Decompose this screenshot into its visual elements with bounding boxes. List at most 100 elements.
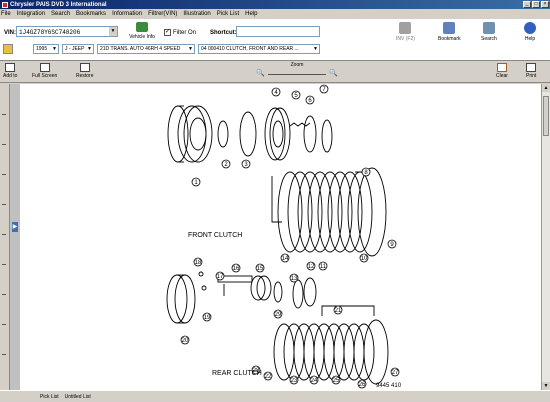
bookmark-button[interactable]: Bookmark: [438, 22, 461, 42]
scroll-up-icon[interactable]: ▲: [542, 84, 550, 92]
menu-file[interactable]: File: [1, 11, 11, 17]
front-clutch-disc-stack: [277, 167, 387, 257]
seal-ring: [239, 111, 257, 157]
checkbox-icon[interactable]: ✓: [164, 29, 171, 36]
clear-icon: [496, 63, 507, 72]
rear-clutch-hub: [166, 274, 196, 324]
clear-button[interactable]: Clear: [496, 63, 508, 79]
retainer-plate: [303, 115, 317, 153]
zoom-label: Zoom: [290, 62, 304, 68]
add-to-button[interactable]: Add to: [3, 63, 17, 79]
add-icon: [5, 63, 16, 72]
minimize-button[interactable]: _: [523, 1, 531, 8]
illustration-canvas[interactable]: 1 2 3 4 5 6 7 8 9 10 11 12 13 14 15 16 1…: [20, 84, 541, 390]
vertical-scrollbar[interactable]: ▲ ▼: [541, 84, 550, 390]
menu-help[interactable]: Help: [245, 11, 257, 17]
callout-11[interactable]: 11: [320, 264, 327, 270]
vehicle-info-button[interactable]: Vehicle Info: [128, 22, 156, 40]
help-icon: [524, 22, 536, 34]
zoom-slider-track[interactable]: [268, 74, 326, 75]
vin-dropdown-icon[interactable]: ▼: [109, 27, 117, 36]
make-select[interactable]: J - JEEP: [62, 44, 94, 54]
menu-bookmarks[interactable]: Bookmarks: [76, 11, 106, 17]
group-select[interactable]: 21D TRANS. AUTO 46RH 4 SPEED: [97, 44, 195, 54]
callout-26[interactable]: 26: [359, 382, 366, 388]
search-button[interactable]: Search: [481, 22, 497, 42]
menu-bar: File Integration Search Bookmarks Inform…: [0, 9, 550, 19]
pick-list-tab[interactable]: Pick List: [40, 394, 59, 400]
scroll-down-icon[interactable]: ▼: [542, 382, 550, 390]
title-bar: Chrysler PAIS DVD 3 International _ □ ×: [0, 0, 550, 9]
vehicle-info-label: Vehicle Info: [129, 34, 155, 40]
vin-value: 1J4GZ78Y6SC748206: [19, 29, 81, 36]
search-icon: [482, 22, 495, 34]
zoom-out-icon[interactable]: 🔍: [256, 70, 265, 77]
list-name: Untitled List: [64, 393, 91, 400]
vin-input[interactable]: 1J4GZ78Y6SC748206 ▼: [16, 26, 118, 37]
help-button[interactable]: Help: [524, 22, 536, 42]
illustration-ref: 9445 410: [376, 383, 402, 389]
top-panel: VIN: 1J4GZ78Y6SC748206 ▼ Vehicle Info ✓ …: [0, 19, 550, 61]
bookmark-icon: [443, 22, 456, 34]
callout-16[interactable]: 16: [233, 266, 240, 272]
menu-filter-vin[interactable]: Filtrer(VIN): [148, 11, 177, 17]
home-icon[interactable]: [3, 44, 13, 54]
clutch-piston: [264, 107, 286, 161]
callout-21[interactable]: 21: [335, 308, 342, 314]
filter-checkbox[interactable]: ✓ Filter On: [164, 29, 196, 36]
vin-label: VIN:: [4, 30, 16, 36]
filter-label: Filter On: [173, 29, 197, 36]
shortcut-input[interactable]: [236, 26, 320, 37]
computer-icon: [399, 22, 412, 34]
full-screen-button[interactable]: Full Screen: [32, 63, 57, 79]
callout-23[interactable]: 23: [291, 378, 298, 384]
full-screen-icon: [39, 63, 50, 72]
return-spring: [289, 122, 311, 127]
expand-arrow-icon[interactable]: ▶: [12, 222, 18, 232]
rear-clutch-label: REAR CLUTCH: [212, 370, 262, 377]
menu-illustration[interactable]: Illustration: [183, 11, 210, 17]
callout-29[interactable]: 29: [275, 312, 282, 318]
callout-17[interactable]: 17: [217, 274, 224, 280]
section-select[interactable]: 04 000410 CLUTCH, FRONT AND REAR ...: [198, 44, 320, 54]
print-label: Print: [526, 73, 537, 79]
rear-gear: [250, 275, 272, 301]
menu-search[interactable]: Search: [51, 11, 70, 17]
status-bar: Pick List Untitled List: [0, 390, 550, 402]
callout-18[interactable]: 18: [195, 260, 202, 266]
front-clutch-label: FRONT CLUTCH: [188, 232, 242, 239]
window-title: Chrysler PAIS DVD 3 International: [10, 1, 107, 8]
callout-15[interactable]: 15: [257, 266, 264, 272]
app-icon: [2, 1, 8, 8]
selector-row: 1995 J - JEEP 21D TRANS. AUTO 46RH 4 SPE…: [0, 42, 550, 56]
callout-10[interactable]: 10: [361, 256, 368, 262]
callout-14[interactable]: 14: [282, 256, 289, 262]
exploded-view-diagram: 1 2 3 4 5 6 7 8 9 10 11 12 13 14 15 16 1…: [166, 84, 402, 389]
printer-icon: [526, 63, 537, 72]
inv-button: INV (F2): [396, 22, 415, 42]
full-screen-label: Full Screen: [32, 73, 58, 79]
menu-pick-list[interactable]: Pick List: [217, 11, 239, 17]
zoom-in-icon[interactable]: 🔍: [329, 70, 338, 77]
add-to-label: Add to: [3, 73, 18, 79]
callout-22[interactable]: 22: [265, 374, 272, 380]
menu-information[interactable]: Information: [112, 11, 142, 17]
shortcut-label: Shortcut:: [210, 30, 237, 36]
callout-12[interactable]: 12: [308, 264, 315, 270]
pane-splitter[interactable]: ▶: [10, 84, 20, 390]
zoom-control[interactable]: Zoom 🔍 🔍: [256, 62, 338, 78]
callout-19[interactable]: 19: [204, 315, 211, 321]
scroll-thumb[interactable]: [543, 96, 549, 136]
menu-integration[interactable]: Integration: [17, 11, 45, 17]
callout-20[interactable]: 20: [182, 338, 189, 344]
restore-button[interactable]: Restore: [76, 63, 94, 79]
callout-24[interactable]: 24: [311, 378, 318, 384]
print-button[interactable]: Print: [526, 63, 536, 79]
callout-25[interactable]: 25: [333, 378, 340, 384]
year-select[interactable]: 1995: [33, 44, 59, 54]
left-tree-pane[interactable]: [0, 84, 10, 390]
close-button[interactable]: ×: [541, 1, 549, 8]
maximize-button[interactable]: □: [532, 1, 540, 8]
callout-13[interactable]: 13: [291, 276, 298, 282]
callout-27[interactable]: 27: [392, 370, 399, 376]
